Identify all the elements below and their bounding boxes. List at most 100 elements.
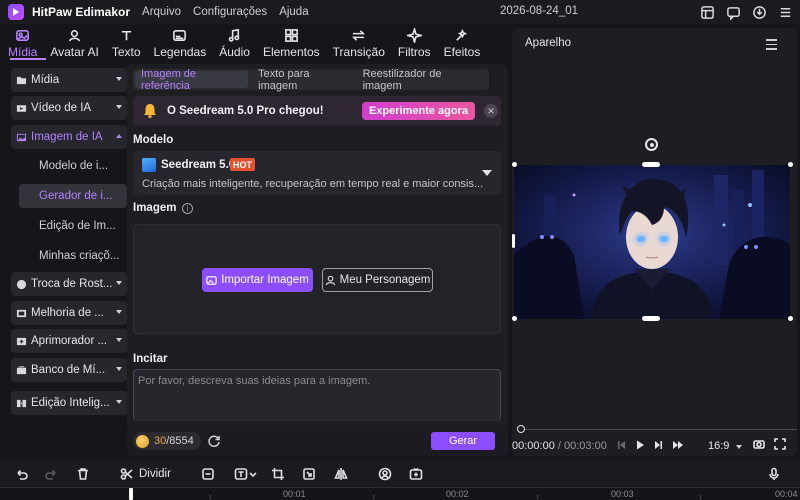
subtab-image-restyler[interactable]: Reestilizador de imagem (357, 68, 483, 92)
split-icon[interactable] (119, 466, 135, 482)
ruler-label: 00:04 (775, 489, 798, 499)
tab-text[interactable]: Texto (112, 24, 141, 59)
fullscreen-icon[interactable] (774, 438, 786, 453)
app-logo-icon (8, 4, 24, 20)
microphone-icon[interactable] (766, 466, 782, 482)
tab-effects[interactable]: Efeitos (444, 24, 480, 59)
snapshot-icon[interactable] (753, 438, 765, 453)
tab-audio[interactable]: Áudio (219, 24, 250, 59)
image-generator-panel: Imagem de referência Texto para imagem R… (127, 64, 508, 456)
sidebar-subitem-image-model[interactable]: Modelo de i... (19, 154, 127, 178)
total-time: / 00:03:00 (557, 440, 607, 452)
credits-used: 30 (154, 435, 167, 447)
subtab-reference-image[interactable]: Imagem de referência (135, 68, 249, 92)
resize-handle[interactable] (788, 316, 793, 321)
sidebar-item-enhancer[interactable]: Aprimorador ... (11, 329, 127, 353)
tab-avatar-ai[interactable]: Avatar AI (50, 24, 99, 59)
resize-handle[interactable] (512, 162, 517, 167)
mirror-icon[interactable] (333, 466, 349, 482)
model-selector[interactable]: Seedream 5.0 HOT Criação mais inteligent… (133, 151, 501, 195)
resize-handle[interactable] (512, 234, 515, 248)
download-icon[interactable] (750, 3, 768, 21)
tab-subtitles[interactable]: Legendas (154, 24, 206, 59)
info-icon[interactable]: i (182, 203, 193, 214)
sidebar-item-media[interactable]: Mídia (11, 68, 127, 92)
tab-transition[interactable]: Transição (333, 24, 385, 59)
resize-handle[interactable] (512, 316, 517, 321)
chevron-down-icon[interactable] (249, 466, 257, 482)
tab-elements[interactable]: Elementos (263, 24, 320, 59)
menu-settings[interactable]: Configurações (193, 6, 267, 18)
tab-filters[interactable]: Filtros (398, 24, 431, 59)
media-icon (16, 30, 30, 41)
rotate-icon[interactable] (645, 138, 658, 151)
scrubber-handle[interactable] (517, 425, 525, 433)
sidebar-item-enhance[interactable]: Melhoria de ... (11, 301, 127, 325)
undo-icon[interactable] (13, 466, 29, 482)
tab-media[interactable]: Mídia (8, 24, 37, 59)
ai-tools-icon[interactable] (408, 466, 424, 482)
fast-forward-icon[interactable] (672, 439, 684, 454)
aspect-ratio-select[interactable]: 16:9 (708, 440, 729, 452)
model-description: Criação mais inteligente, recuperação em… (142, 178, 484, 190)
sidebar-subitem-image-edit[interactable]: Edição de Im... (19, 214, 127, 238)
layout-icon[interactable] (698, 3, 716, 21)
subtab-text-to-image[interactable]: Texto para imagem (252, 68, 352, 92)
avatar-icon (69, 30, 81, 42)
chevron-down-icon[interactable] (482, 170, 492, 176)
redo-icon[interactable] (44, 466, 60, 482)
timeline-playhead[interactable] (129, 488, 133, 500)
image-label: Imagem (133, 202, 177, 214)
chevron-down-icon (116, 338, 122, 342)
resize-handle[interactable] (788, 162, 793, 167)
previous-frame-icon[interactable] (615, 439, 627, 454)
refresh-icon[interactable] (207, 434, 221, 448)
preview-image[interactable] (514, 165, 790, 319)
sidebar-item-label: Aprimorador ... (31, 335, 108, 347)
sidebar-item-ai-image[interactable]: Imagem de IA (11, 125, 127, 149)
import-image-label: Importar Imagem (221, 274, 309, 286)
generate-button[interactable]: Gerar (431, 432, 495, 450)
import-image-button[interactable]: Importar Imagem (202, 268, 313, 292)
delete-icon[interactable] (75, 466, 91, 482)
resize-icon[interactable] (301, 466, 317, 482)
chevron-down-icon (116, 367, 122, 371)
my-character-button[interactable]: Meu Personagem (322, 268, 433, 292)
active-tab-indicator (10, 58, 46, 60)
sidebar-item-smart-edit[interactable]: Edição Intelig... (11, 391, 127, 415)
next-frame-icon[interactable] (653, 439, 665, 454)
sidebar-item-media-bank[interactable]: Banco de Mí... (11, 358, 127, 382)
split-label[interactable]: Dividir (139, 468, 171, 480)
sidebar-item-label: Mídia (31, 74, 60, 86)
timeline-ruler[interactable] (0, 487, 800, 500)
image-add-icon (206, 275, 217, 285)
face-detect-icon[interactable] (377, 466, 393, 482)
close-icon[interactable]: ✕ (484, 104, 498, 118)
sidebar-item-ai-video[interactable]: Vídeo de IA (11, 96, 127, 120)
ruler-label: 00:03 (611, 489, 634, 499)
image-upload-area[interactable]: Importar Imagem Meu Personagem (133, 224, 501, 334)
menu-file[interactable]: Arquivo (142, 6, 181, 18)
sidebar-subitem-my-creations[interactable]: Minhas criaçõ... (19, 244, 127, 268)
sidebar-item-face-swap[interactable]: Troca de Rost... (11, 272, 127, 296)
tab-label: Transição (332, 45, 385, 59)
menu-icon[interactable] (776, 3, 794, 21)
chevron-down-icon[interactable] (736, 445, 742, 449)
play-icon[interactable] (634, 439, 646, 454)
hamburger-icon[interactable] (766, 39, 777, 53)
text-tool-icon[interactable] (233, 466, 249, 482)
prompt-label: Incitar (133, 353, 168, 365)
subtitle-icon[interactable] (200, 466, 216, 482)
tab-label: Mídia (8, 45, 38, 59)
crop-icon[interactable] (270, 466, 286, 482)
try-now-button[interactable]: Experimente agora (362, 102, 475, 120)
resize-handle[interactable] (642, 162, 660, 167)
sidebar-subitem-image-generator[interactable]: Gerador de i... (19, 184, 127, 208)
resize-handle[interactable] (642, 316, 660, 321)
banner-text: O Seedream 5.0 Pro chegou! (167, 105, 324, 117)
panel-footer: 30 /8554 Gerar (127, 426, 508, 456)
playback-scrubber[interactable] (520, 429, 797, 430)
menu-help[interactable]: Ajuda (279, 6, 308, 18)
message-icon[interactable] (724, 3, 742, 21)
prompt-input[interactable] (134, 370, 500, 421)
